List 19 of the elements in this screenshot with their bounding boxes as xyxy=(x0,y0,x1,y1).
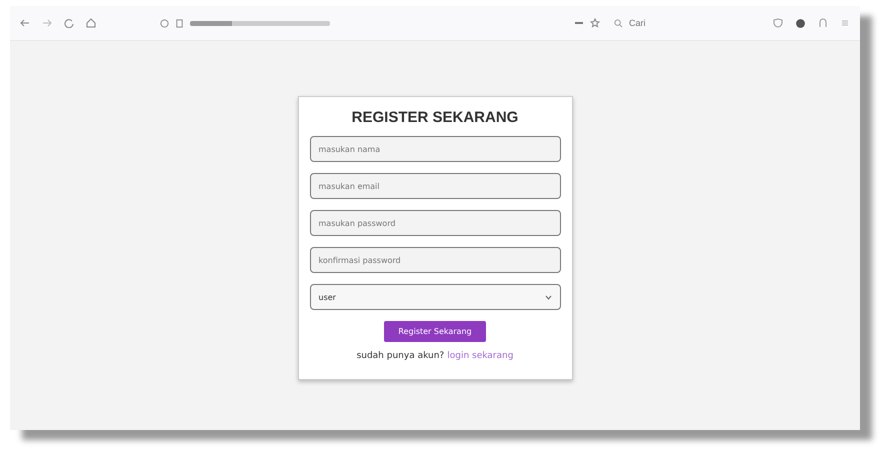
search-icon xyxy=(614,18,623,28)
input-field[interactable]: konfirmasi password xyxy=(310,247,560,273)
footer-text: sudah punya akun? xyxy=(356,351,444,361)
input-field[interactable]: masukan nama xyxy=(310,136,560,162)
input-field[interactable]: masukan email xyxy=(310,173,560,199)
form-title: REGISTER SEKARANG xyxy=(352,109,518,126)
chevron-icon xyxy=(544,294,552,300)
search-field[interactable]: Cari xyxy=(627,17,731,29)
register-button[interactable]: Register Sekarang xyxy=(384,321,486,342)
reload-icon[interactable] xyxy=(64,18,74,28)
input-field[interactable]: masukan password xyxy=(310,210,560,236)
back-icon[interactable] xyxy=(20,18,30,28)
page-icon xyxy=(175,18,184,28)
menu-icon[interactable] xyxy=(840,18,850,28)
role-select[interactable]: user xyxy=(310,284,560,310)
star-icon[interactable] xyxy=(590,18,600,28)
forward-icon[interactable] xyxy=(42,18,52,28)
home-icon[interactable] xyxy=(86,18,96,28)
login-link[interactable]: login sekarang xyxy=(447,351,514,361)
